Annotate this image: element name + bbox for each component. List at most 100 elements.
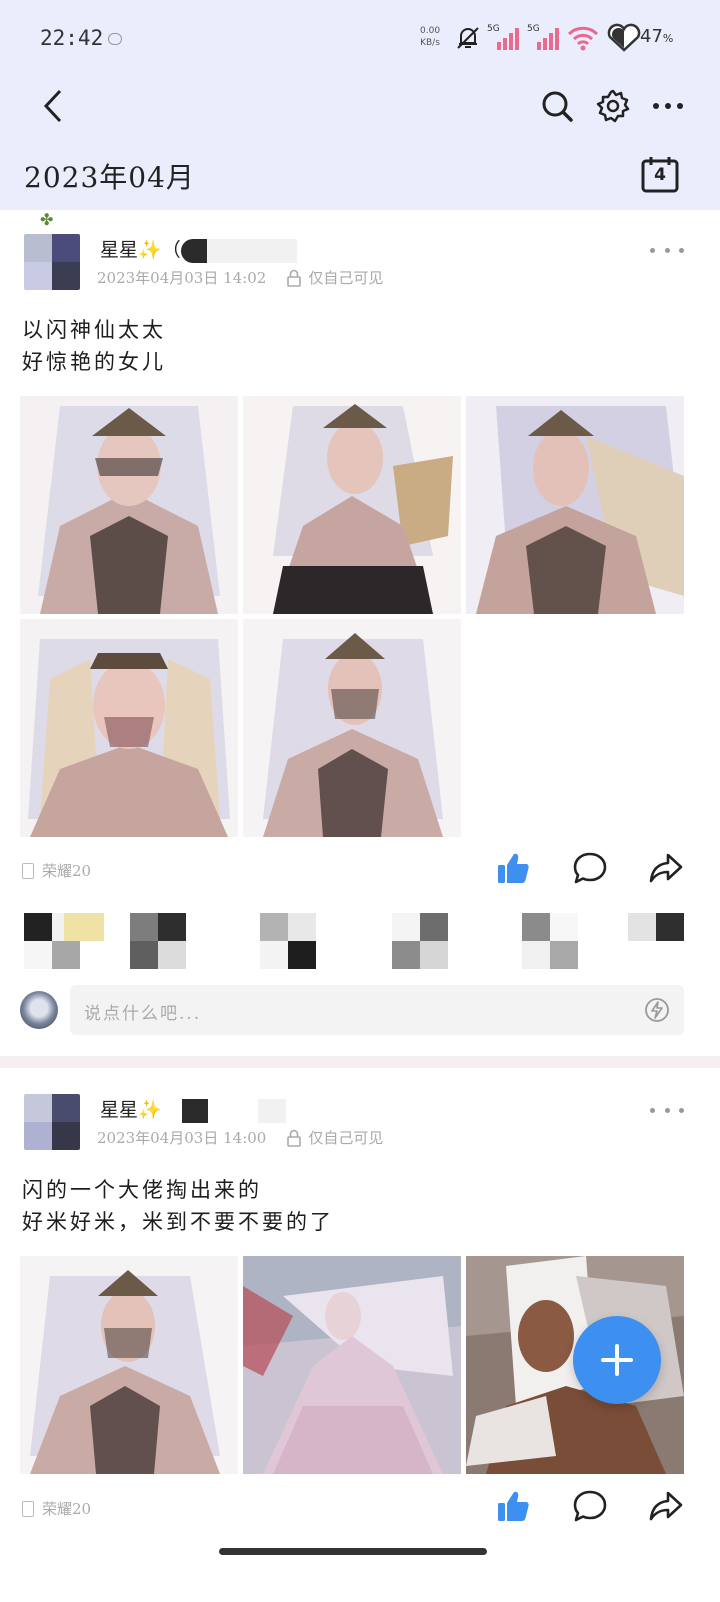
post-more-button[interactable] — [650, 238, 684, 262]
status-time: 22:42 — [40, 26, 104, 50]
photo-image — [20, 619, 238, 837]
post-photo[interactable] — [243, 1256, 461, 1474]
privacy-label: 仅自己可见 — [308, 269, 384, 287]
photo-image — [20, 396, 238, 614]
battery-percent-unit: % — [662, 32, 674, 45]
more-horizontal-icon — [653, 103, 683, 109]
network-speed-unit: KB/s — [420, 38, 440, 48]
search-button[interactable] — [535, 84, 579, 128]
username-paren: （ — [161, 239, 181, 261]
lock-icon — [287, 1129, 302, 1147]
comment-button[interactable] — [570, 848, 610, 888]
post-photo[interactable] — [20, 396, 238, 614]
username-text: 星星 — [100, 239, 139, 261]
network-speed-value: 0.00 — [420, 26, 441, 36]
post-photo[interactable] — [20, 1256, 238, 1474]
liker-avatar[interactable] — [392, 913, 448, 969]
battery-heart-icon — [607, 23, 641, 52]
redacted-name-light — [257, 1099, 286, 1123]
post-photo[interactable] — [243, 619, 461, 837]
search-icon — [542, 91, 573, 122]
photo-image — [243, 1256, 461, 1474]
add-post-button[interactable] — [573, 1316, 661, 1404]
comment-bubble-icon — [573, 1490, 607, 1522]
post-text: 闪的一个大佬掏出来的 好米好米，米到不要不要的了 — [22, 1178, 334, 1234]
post-photo[interactable] — [466, 396, 684, 614]
post-meta: 2023年04月03日 14:00 仅自己可见 — [97, 1127, 383, 1148]
liker-avatar-partial — [64, 913, 104, 941]
status-bar: 22:42 0.00 KB/s 5G 5G 47% — [0, 0, 720, 76]
nav-bar — [0, 76, 720, 142]
plus-icon — [601, 1344, 633, 1376]
redacted-name-light — [206, 239, 297, 263]
like-button[interactable] — [493, 848, 533, 888]
chat-notification-icon — [108, 33, 122, 45]
share-arrow-icon — [649, 853, 683, 883]
post-date: 2023年04月03日 14:00 — [97, 1129, 267, 1147]
avatar[interactable] — [24, 1094, 80, 1150]
redacted-name — [180, 239, 207, 263]
more-button[interactable] — [646, 84, 690, 128]
comment-button[interactable] — [570, 1486, 610, 1526]
username[interactable]: 星星✨（ — [100, 235, 297, 263]
signal-2-icon: 5G — [527, 24, 561, 52]
post-more-button[interactable] — [650, 1098, 684, 1122]
network-speed: 0.00 KB/s — [420, 25, 440, 49]
wifi-icon — [567, 26, 599, 51]
back-button[interactable] — [32, 84, 76, 128]
liker-avatar[interactable] — [628, 913, 684, 969]
battery-percent-value: 47 — [640, 26, 663, 47]
device-name: 荣耀20 — [42, 862, 92, 880]
liker-avatar[interactable] — [260, 913, 316, 969]
month-title: 2023年04月 — [24, 161, 195, 194]
gear-icon — [596, 89, 630, 123]
settings-button[interactable] — [591, 84, 635, 128]
clover-icon: ✤ — [40, 210, 54, 229]
post-card: ✤ 星星✨（ 2023年04月03日 14:02 仅自己可见 以闪神仙太太 好惊… — [0, 210, 720, 1056]
device-name: 荣耀20 — [42, 1500, 92, 1518]
liker-list — [24, 913, 684, 969]
comment-bubble-icon — [573, 852, 607, 884]
month-bar: 2023年04月 4 — [0, 142, 720, 210]
username[interactable]: 星星✨ — [100, 1095, 286, 1123]
calendar-button[interactable]: 4 — [640, 154, 680, 194]
post-text: 以闪神仙太太 好惊艳的女儿 — [22, 318, 166, 374]
phone-icon — [22, 1500, 34, 1517]
share-button[interactable] — [646, 1486, 686, 1526]
battery-percent: 47% — [640, 26, 673, 47]
username-sparkle: ✨ — [138, 1099, 162, 1121]
device-row: 荣耀20 — [22, 1498, 91, 1519]
username-sparkle: ✨ — [138, 239, 162, 261]
thumbs-up-icon — [498, 853, 529, 883]
privacy-label: 仅自己可见 — [308, 1129, 384, 1147]
comment-input[interactable]: 说点什么吧... — [70, 985, 684, 1035]
share-arrow-icon — [649, 1491, 683, 1521]
avatar[interactable] — [24, 234, 80, 290]
like-button[interactable] — [493, 1486, 533, 1526]
signal-1-icon: 5G — [487, 24, 521, 52]
liker-avatar[interactable] — [130, 913, 186, 969]
post-meta: 2023年04月03日 14:02 仅自己可见 — [97, 267, 383, 288]
photo-image — [243, 396, 461, 614]
redacted-name — [181, 1099, 208, 1123]
post-divider — [0, 1056, 720, 1068]
device-row: 荣耀20 — [22, 860, 91, 881]
liker-avatar[interactable] — [522, 913, 578, 969]
chevron-left-icon — [43, 89, 62, 123]
lock-icon — [287, 269, 302, 287]
photo-image — [20, 1256, 238, 1474]
comment-avatar — [20, 991, 58, 1029]
home-indicator[interactable] — [219, 1548, 487, 1555]
share-button[interactable] — [646, 848, 686, 888]
post-photo[interactable] — [20, 619, 238, 837]
photo-image — [466, 396, 684, 614]
post-photo[interactable] — [243, 396, 461, 614]
calendar-day: 4 — [654, 165, 666, 185]
photo-image — [243, 619, 461, 837]
flash-icon[interactable] — [644, 997, 670, 1023]
post-date: 2023年04月03日 14:02 — [97, 269, 267, 287]
phone-icon — [22, 862, 34, 879]
thumbs-up-icon — [498, 1491, 529, 1521]
status-icons: 5G 5G — [455, 22, 643, 54]
bell-muted-icon — [457, 27, 479, 49]
